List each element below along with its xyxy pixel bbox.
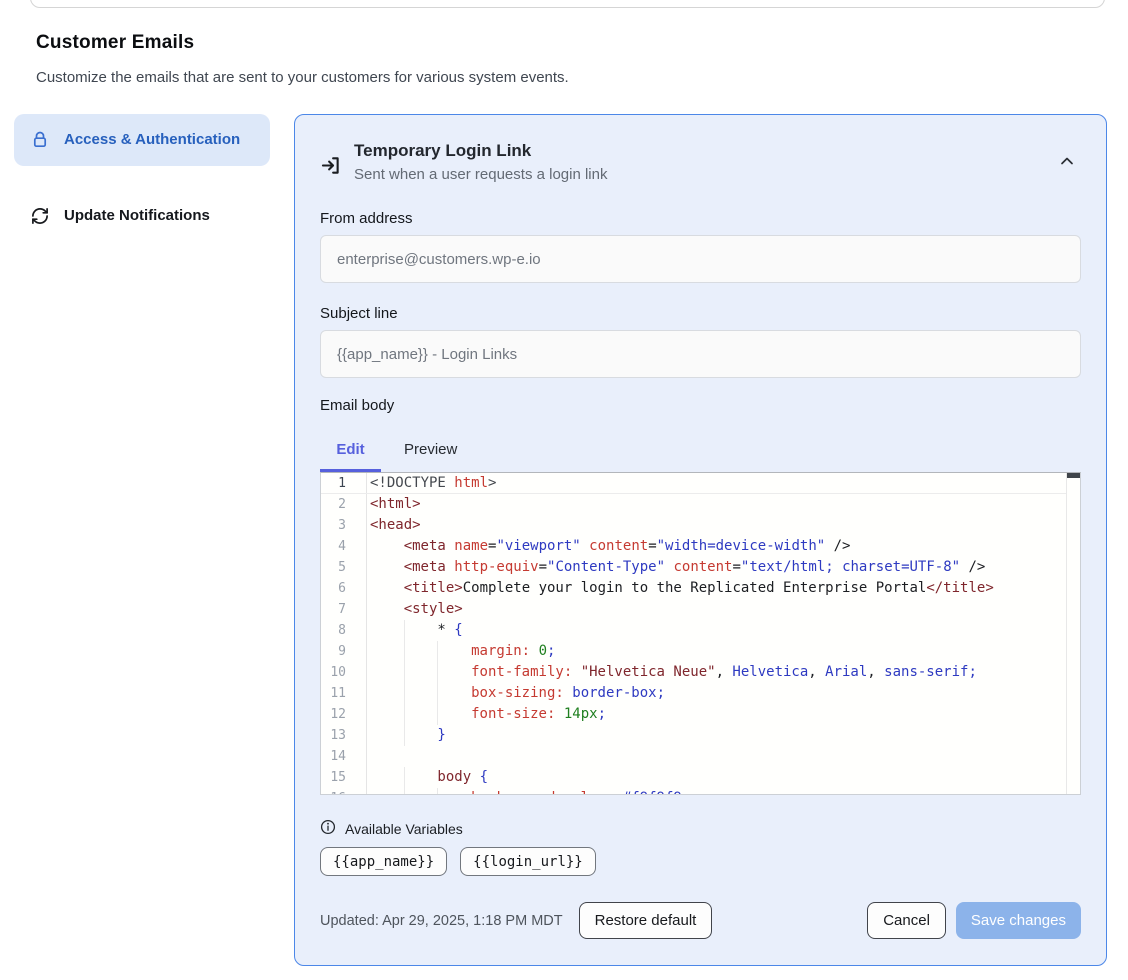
sidebar-item-label: Update Notifications — [64, 204, 210, 228]
panel-header-text: Temporary Login Link Sent when a user re… — [354, 141, 607, 183]
email-body-label: Email body — [320, 397, 1081, 414]
sidebar-item-label: Access & Authentication — [64, 128, 240, 152]
save-changes-button[interactable]: Save changes — [956, 902, 1081, 939]
variable-chip[interactable]: {{login_url}} — [460, 847, 596, 876]
code-line: 6<title>Complete your login to the Repli… — [321, 578, 1080, 599]
collapse-panel-button[interactable] — [1055, 151, 1079, 174]
previous-card-bottom-edge — [30, 0, 1105, 8]
panel-header: Temporary Login Link Sent when a user re… — [320, 141, 1081, 183]
chevron-up-icon — [1059, 155, 1075, 170]
sidebar-item-update-notifications[interactable]: Update Notifications — [14, 190, 270, 242]
editor-scrollbar[interactable] — [1066, 473, 1080, 794]
panel-footer: Updated: Apr 29, 2025, 1:18 PM MDT Resto… — [320, 902, 1081, 939]
subject-line-input[interactable] — [320, 330, 1081, 378]
subject-line-label: Subject line — [320, 305, 1081, 322]
sidebar-item-access-authentication[interactable]: Access & Authentication — [14, 114, 270, 166]
available-variables-header: Available Variables — [320, 819, 1081, 838]
page-description: Customize the emails that are sent to yo… — [36, 69, 1128, 86]
info-icon — [320, 819, 336, 838]
customer-emails-page: Customer Emails Customize the emails tha… — [0, 0, 1128, 980]
template-title: Temporary Login Link — [354, 141, 607, 161]
code-line: 14 — [321, 746, 1080, 767]
code-lines: 1<!DOCTYPE html>2<html>3<head>4<meta nam… — [321, 473, 1080, 795]
code-line: 2<html> — [321, 494, 1080, 515]
available-variables-label: Available Variables — [345, 821, 463, 837]
code-line: 3<head> — [321, 515, 1080, 536]
template-subtitle: Sent when a user requests a login link — [354, 166, 607, 183]
tab-preview[interactable]: Preview — [381, 433, 480, 469]
editor-scrollbar-thumb[interactable] — [1067, 473, 1080, 478]
code-editor[interactable]: 1<!DOCTYPE html>2<html>3<head>4<meta nam… — [320, 472, 1081, 795]
variable-chip[interactable]: {{app_name}} — [320, 847, 447, 876]
content-row: Access & Authentication Update Notificat… — [14, 114, 1107, 966]
code-line: 9margin: 0; — [321, 641, 1080, 662]
code-line: 8* { — [321, 620, 1080, 641]
from-address-input[interactable] — [320, 235, 1081, 283]
refresh-icon — [30, 206, 50, 226]
updated-timestamp: Updated: Apr 29, 2025, 1:18 PM MDT — [320, 913, 563, 929]
code-line: 4<meta name="viewport" content="width=de… — [321, 536, 1080, 557]
email-template-panel: Temporary Login Link Sent when a user re… — [294, 114, 1107, 966]
variable-chips: {{app_name}} {{login_url}} — [320, 847, 1081, 876]
email-body-tabs: Edit Preview — [320, 433, 1081, 469]
code-line: 15body { — [321, 767, 1080, 788]
code-line: 12font-size: 14px; — [321, 704, 1080, 725]
code-line: 7<style> — [321, 599, 1080, 620]
code-line: 10font-family: "Helvetica Neue", Helveti… — [321, 662, 1080, 683]
code-line: 5<meta http-equiv="Content-Type" content… — [321, 557, 1080, 578]
from-address-label: From address — [320, 210, 1081, 227]
code-line: 16background-color: #f9f9f9; — [321, 788, 1080, 795]
code-line: 11box-sizing: border-box; — [321, 683, 1080, 704]
code-line: 1<!DOCTYPE html> — [321, 473, 1080, 494]
code-line: 13} — [321, 725, 1080, 746]
page-title: Customer Emails — [36, 32, 1128, 54]
cancel-button[interactable]: Cancel — [867, 902, 946, 939]
restore-default-button[interactable]: Restore default — [579, 902, 713, 939]
log-in-icon — [320, 155, 341, 181]
tab-edit[interactable]: Edit — [320, 433, 381, 469]
lock-icon — [30, 130, 50, 150]
email-types-sidebar: Access & Authentication Update Notificat… — [14, 114, 270, 242]
